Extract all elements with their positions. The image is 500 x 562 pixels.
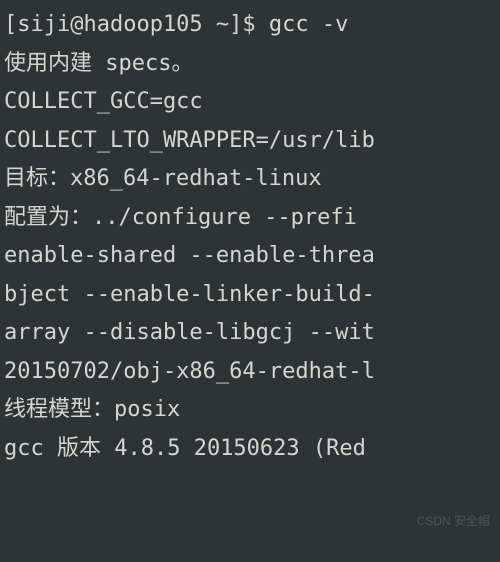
terminal-line: 20150702/obj-x86_64-redhat-l — [4, 353, 496, 392]
terminal-output[interactable]: [siji@hadoop105 ~]$ gcc -v 使用内建 specs。 C… — [4, 6, 496, 468]
terminal-line: enable-shared --enable-threa — [4, 237, 496, 276]
terminal-line: COLLECT_LTO_WRAPPER=/usr/lib — [4, 122, 496, 161]
terminal-line: bject --enable-linker-build- — [4, 276, 496, 315]
terminal-line: 线程模型：posix — [4, 391, 496, 430]
watermark-text: CSDN 安全帽 — [417, 511, 490, 532]
terminal-line: 使用内建 specs。 — [4, 45, 496, 84]
terminal-line: 配置为：../configure --prefi — [4, 199, 496, 238]
terminal-line: gcc 版本 4.8.5 20150623 (Red — [4, 430, 496, 469]
terminal-line: array --disable-libgcj --wit — [4, 314, 496, 353]
terminal-line: [siji@hadoop105 ~]$ gcc -v — [4, 6, 496, 45]
terminal-line: 目标：x86_64-redhat-linux — [4, 160, 496, 199]
terminal-line: COLLECT_GCC=gcc — [4, 83, 496, 122]
